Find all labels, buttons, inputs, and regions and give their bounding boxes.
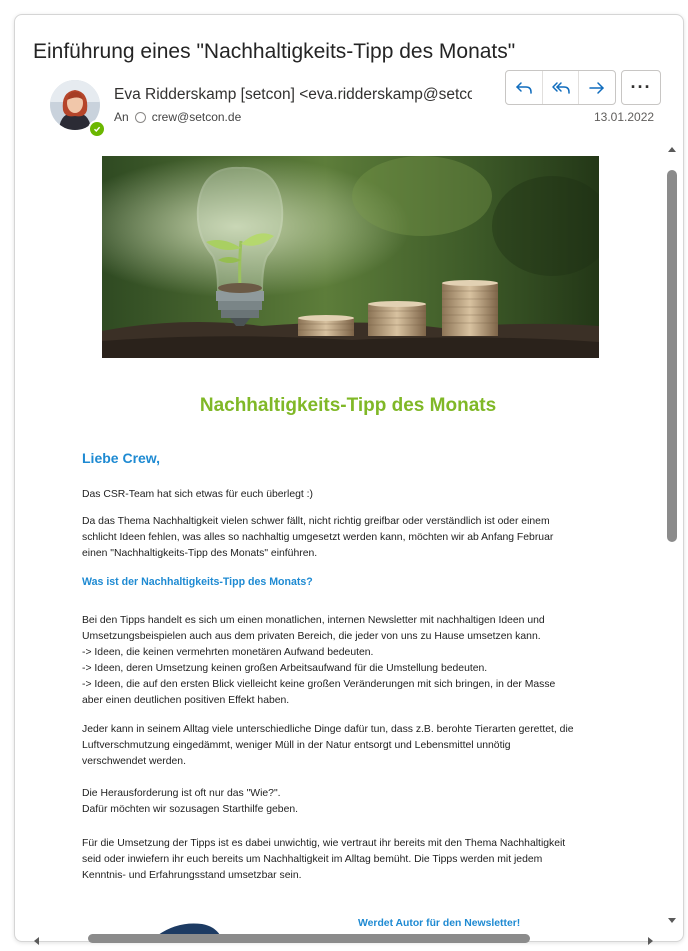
recipient-status-icon — [134, 111, 146, 123]
section-heading: Was ist der Nachhaltigkeits-Tipp des Mon… — [82, 576, 313, 588]
paragraph-line: einen "Nachhaltigkeits-Tipp des Monats" … — [82, 548, 318, 559]
paragraph-line: Umsetzungsbeispielen auch aus dem privat… — [82, 631, 541, 642]
horizontal-scroll-thumb[interactable] — [88, 934, 530, 943]
paragraph-line: Die Herausforderung ist oft nur das "Wie… — [82, 788, 281, 799]
reply-actions — [505, 70, 616, 105]
reply-button[interactable] — [506, 71, 542, 104]
paragraph-line: Jeder kann in seinem Alltag viele unters… — [82, 724, 574, 735]
paragraph-line: Bei den Tipps handelt es sich um einen m… — [82, 615, 545, 626]
scroll-down-arrow-icon[interactable] — [667, 912, 677, 930]
forward-icon — [589, 81, 604, 94]
paragraph-line: seid oder inwiefern ihr euch bereits um … — [82, 854, 543, 865]
paragraph-5: Für die Umsetzung der Tipps ist es dabei… — [82, 836, 622, 884]
paragraph-1: Da das Thema Nachhaltigkeit vielen schwe… — [82, 514, 622, 562]
paragraph-line: -> Ideen, die auf den ersten Blick viell… — [82, 679, 556, 690]
paragraph-line: -> Ideen, deren Umsetzung keinen großen … — [82, 663, 488, 674]
reply-all-icon — [551, 81, 570, 94]
recipient-row: An crew@setcon.de — [114, 110, 241, 124]
intro-line: Das CSR-Team hat sich etwas für euch übe… — [82, 489, 313, 500]
paragraph-line: schlicht Ideen fehlen, was alles so nach… — [82, 532, 554, 543]
sender-name[interactable]: Eva Ridderskamp [setcon] <eva.ridderskam… — [114, 86, 472, 104]
paragraph-line: aber einen deutlichen positiven Effekt h… — [82, 695, 290, 706]
scroll-up-arrow-icon[interactable] — [667, 140, 677, 158]
intro-paragraph: Das CSR-Team hat sich etwas für euch übe… — [82, 487, 622, 503]
vertical-scroll-thumb[interactable] — [667, 170, 677, 542]
reply-all-button[interactable] — [541, 71, 579, 104]
paragraph-line: Dafür möchten wir sozusagen Starthilfe g… — [82, 804, 299, 815]
scroll-right-arrow-icon[interactable] — [647, 933, 655, 951]
scroll-left-arrow-icon[interactable] — [32, 933, 40, 951]
presence-available-icon — [88, 120, 106, 138]
paragraph-line: verschwendet werden. — [82, 756, 186, 767]
paragraph-line: Für die Umsetzung der Tipps ist es dabei… — [82, 838, 566, 849]
paragraph-line: Kenntnis- und Erfahrungsstand umsetzbar … — [82, 870, 302, 881]
paragraph-4: Die Herausforderung ist oft nur das "Wie… — [82, 786, 622, 818]
greeting: Liebe Crew, — [82, 450, 161, 466]
newsletter-hero-image — [102, 156, 599, 358]
email-subject: Einführung eines "Nachhaltigkeits-Tipp d… — [33, 40, 516, 63]
paragraph-3: Jeder kann in seinem Alltag viele unters… — [82, 722, 622, 770]
newsletter-title: Nachhaltigkeits-Tipp des Monats — [199, 395, 497, 416]
paragraph-line: -> Ideen, die keinen vermehrten monetäre… — [82, 647, 374, 658]
author-call-to-action[interactable]: Werdet Autor für den Newsletter! — [358, 918, 520, 929]
reply-icon — [516, 81, 532, 94]
recipient-address[interactable]: crew@setcon.de — [152, 110, 242, 124]
to-label: An — [114, 110, 129, 124]
paragraph-2: Bei den Tipps handelt es sich um einen m… — [82, 613, 622, 709]
forward-button[interactable] — [578, 71, 615, 104]
paragraph-line: Da das Thema Nachhaltigkeit vielen schwe… — [82, 516, 550, 527]
email-date: 13.01.2022 — [594, 110, 655, 124]
paragraph-line: Luftverschmutzung eingedämmt, weniger Mü… — [82, 740, 511, 751]
more-actions-button[interactable]: ··· — [621, 70, 661, 105]
